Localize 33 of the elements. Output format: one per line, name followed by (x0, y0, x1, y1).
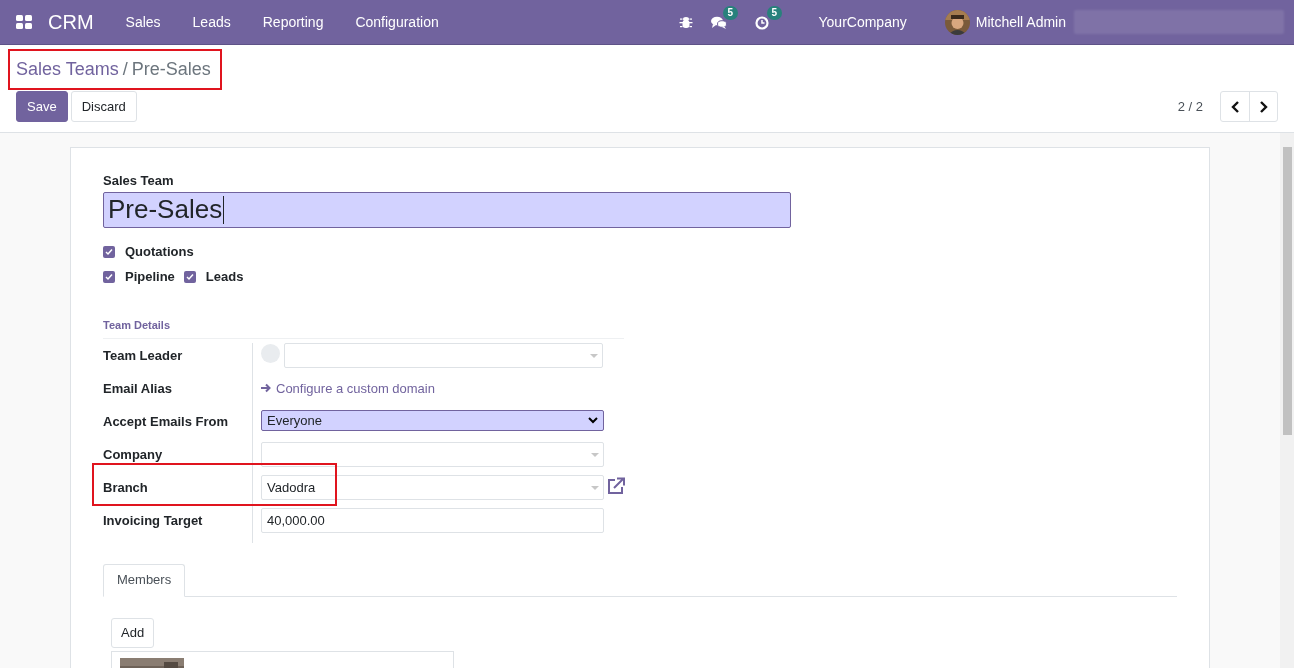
name-input[interactable]: Pre-Sales (103, 191, 791, 228)
count-badge: 5 (766, 6, 783, 20)
checkbox-label: Quotations (125, 242, 194, 261)
field-label: Email Alias (103, 379, 173, 398)
section-title: Team Details (103, 318, 171, 331)
save-button[interactable]: Save (16, 91, 68, 122)
field-label: Accept Emails From (103, 412, 229, 431)
menu-item[interactable]: Configuration (339, 11, 455, 33)
company-switcher[interactable]: YourCompany (818, 11, 907, 33)
user-menu[interactable]: Mitchell Admin (975, 11, 1066, 33)
field-label: Team Leader (103, 346, 184, 365)
menu-item[interactable]: Sales (109, 11, 177, 33)
discard-button[interactable]: Discard (70, 91, 137, 122)
field-label: Invoicing Target (103, 511, 204, 530)
breadcrumb-current: Pre-Sales (131, 57, 211, 81)
field-label: Branch (103, 478, 149, 497)
breadcrumb-link[interactable]: Sales Teams (16, 55, 119, 83)
field-label: Sales Team (103, 172, 175, 190)
dropdown-field[interactable]: Vadodra (261, 474, 604, 500)
field-label: Company (103, 445, 164, 464)
breadcrumb-separator: / (122, 57, 128, 81)
select-field[interactable]: Everyone (261, 409, 604, 431)
menu-item[interactable]: Reporting (246, 11, 340, 33)
menu-item[interactable]: Leads (176, 11, 247, 33)
app-title[interactable]: CRM (48, 7, 94, 37)
text-field[interactable]: 40,000.00 (261, 507, 604, 533)
checkbox-label: Pipeline (125, 267, 175, 286)
checkbox-label: Leads (205, 267, 244, 286)
pager-value: 2 / 2 (1177, 97, 1203, 116)
tab[interactable]: Members (103, 563, 186, 597)
count-badge: 5 (722, 6, 739, 20)
add-button[interactable]: Add (111, 617, 155, 648)
configure-link[interactable]: Configure a custom domain (261, 378, 435, 398)
